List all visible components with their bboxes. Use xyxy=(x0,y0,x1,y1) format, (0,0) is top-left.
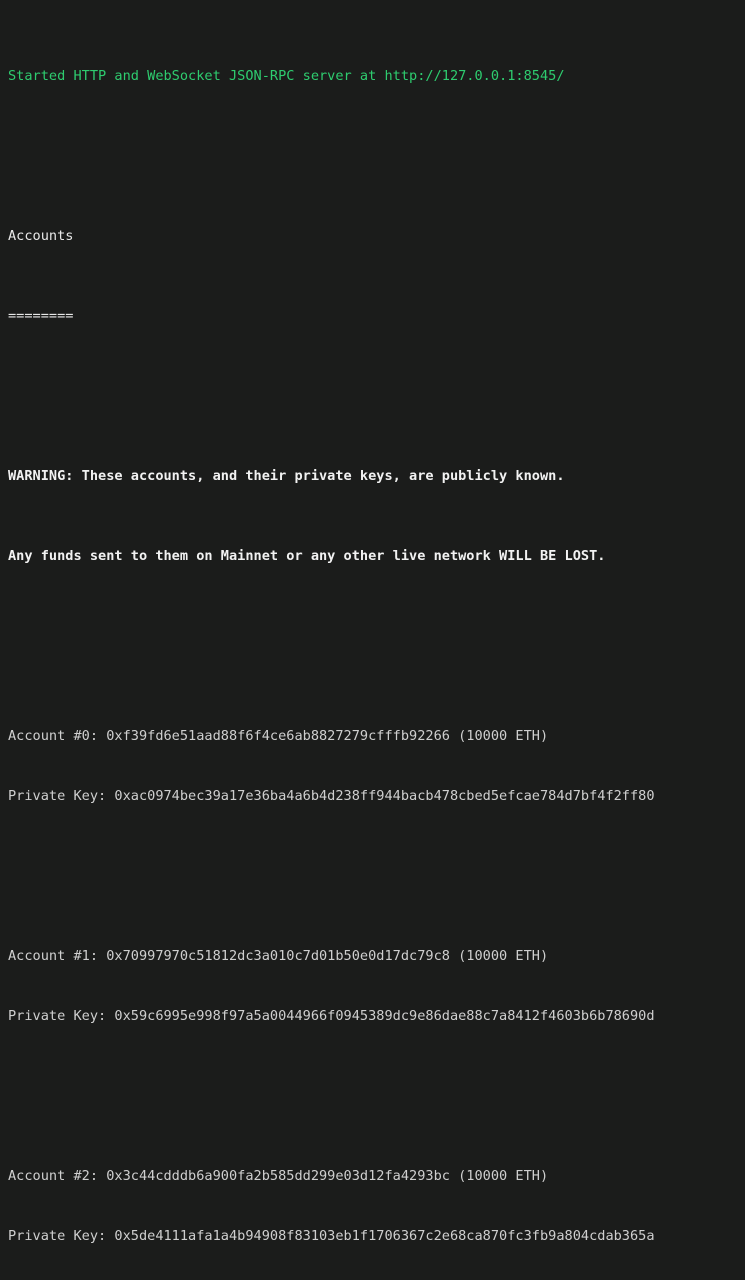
server-started-line: Started HTTP and WebSocket JSON-RPC serv… xyxy=(8,68,565,84)
private-key-line: Private Key: 0xac0974bec39a17e36ba4a6b4d… xyxy=(8,788,655,804)
account-line: Account #2: 0x3c44cdddb6a900fa2b585dd299… xyxy=(8,1168,549,1184)
accounts-section-rule: ======== xyxy=(8,308,74,324)
private-key-line: Private Key: 0x5de4111afa1a4b94908f83103… xyxy=(8,1228,655,1244)
warning-line-2: Any funds sent to them on Mainnet or any… xyxy=(8,548,606,564)
account-line: Account #0: 0xf39fd6e51aad88f6f4ce6ab882… xyxy=(8,728,549,744)
warning-line-1: WARNING: These accounts, and their priva… xyxy=(8,468,565,484)
private-key-line: Private Key: 0x59c6995e998f97a5a0044966f… xyxy=(8,1008,655,1024)
terminal-output[interactable]: Started HTTP and WebSocket JSON-RPC serv… xyxy=(0,0,745,1244)
accounts-section-title: Accounts xyxy=(8,228,74,244)
account-line: Account #1: 0x70997970c51812dc3a010c7d01… xyxy=(8,948,549,964)
